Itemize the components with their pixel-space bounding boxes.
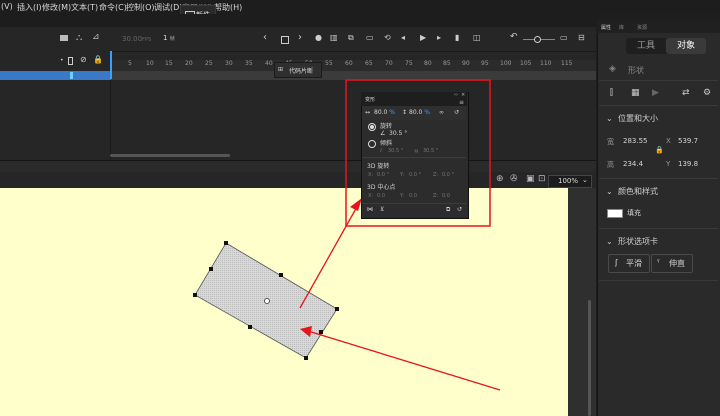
transform-handle[interactable] xyxy=(279,273,283,277)
scale-width-icon: ↔ xyxy=(365,109,371,116)
properties-tabs: 属性 库 资源 xyxy=(597,21,720,33)
color-style-title: 颜色和样式 xyxy=(618,187,658,196)
rot3d-z-label: Z: xyxy=(433,172,439,178)
rot3d-x-value[interactable]: 0.0 ° xyxy=(377,172,389,178)
x-label: X xyxy=(666,137,671,145)
copy-transform-icon[interactable]: ⧉ xyxy=(446,206,450,214)
transform-handle[interactable] xyxy=(209,267,213,271)
rotate-value[interactable]: 30.5 ° xyxy=(389,130,407,137)
y-label: Y xyxy=(666,160,671,168)
annotation-arrow-line xyxy=(299,204,359,309)
fill-swatch[interactable] xyxy=(607,209,623,218)
rotate-radio-dot xyxy=(370,125,374,129)
rotation-3d-label: 3D 旋转 xyxy=(367,163,390,170)
rot3d-y-label: Y: xyxy=(400,172,405,178)
transform-center-point[interactable] xyxy=(264,298,270,304)
x-value[interactable]: 539.7 xyxy=(678,137,698,145)
c3d-z-label: Z: xyxy=(433,193,439,199)
grid-icon[interactable]: ▦ xyxy=(631,88,640,98)
transform-handle[interactable] xyxy=(193,293,197,297)
shape-label: 形状 xyxy=(628,66,644,75)
transform-handle[interactable] xyxy=(224,241,228,245)
transform-panel-title: 变形 xyxy=(365,97,376,103)
c3d-y-label: Y: xyxy=(400,193,405,199)
scale-height-value[interactable]: 80.0 % xyxy=(409,109,430,116)
scale-height-icon: ↕ xyxy=(402,109,408,116)
shape-options-title: 形状选项卡 xyxy=(618,237,658,246)
seg-object[interactable]: 对象 xyxy=(666,38,706,54)
flip-vertical-icon[interactable]: ⊻ xyxy=(380,206,384,213)
reset-transform-icon[interactable]: ↺ xyxy=(457,206,462,213)
seg-tool[interactable]: 工具 xyxy=(626,38,666,54)
transform-handle[interactable] xyxy=(319,330,323,334)
scale-width-value[interactable]: 80.0 % xyxy=(374,109,395,116)
skew-h-value[interactable]: 30.5 ° xyxy=(388,148,403,154)
scale-row: ↔ 80.0 % ↕ 80.0 % ∞ ↺ xyxy=(362,106,466,120)
c3d-z-value[interactable]: 0.0 xyxy=(442,193,450,199)
disabled-tool-icon[interactable]: ▶ xyxy=(652,88,659,98)
tab-library[interactable]: 库 xyxy=(619,24,624,31)
c3d-y-value[interactable]: 0.0 xyxy=(409,193,417,199)
transform-handle[interactable] xyxy=(248,325,252,329)
chevron-down-icon[interactable]: ⌄ xyxy=(606,237,613,246)
width-label: 宽 xyxy=(607,138,614,146)
rotate-radio[interactable] xyxy=(368,123,376,131)
transform-handle[interactable] xyxy=(304,356,308,360)
skew-v-value[interactable]: 30.5 ° xyxy=(423,148,438,154)
shape-icon: ◈ xyxy=(609,64,616,74)
straighten-icon: ˁ xyxy=(657,258,660,267)
transform-divider xyxy=(362,203,466,204)
swap-icon[interactable]: ⇄ xyxy=(682,88,690,98)
width-value[interactable]: 283.55 xyxy=(623,137,648,145)
skew-h-icon: ⫽ xyxy=(380,148,383,154)
center-3d-label: 3D 中心点 xyxy=(367,184,396,191)
rot3d-x-label: X: xyxy=(368,172,374,178)
transform-handle[interactable] xyxy=(335,307,339,311)
tool-object-toggle: 工具 对象 xyxy=(626,38,706,54)
panel-divider xyxy=(599,80,718,81)
c3d-x-value[interactable]: 0.0 xyxy=(377,193,385,199)
rot3d-z-value[interactable]: 0.0 ° xyxy=(442,172,454,178)
lock-aspect-icon[interactable]: 🔒 xyxy=(655,146,664,154)
settings-icon[interactable]: ⚙ xyxy=(703,88,711,98)
transform-panel-header[interactable]: 变形 ›› × ≡ xyxy=(361,92,467,106)
rotate-angle-icon: ∠ xyxy=(380,130,386,137)
straighten-button[interactable]: ˁ 伸直 xyxy=(651,254,693,273)
flip-horizontal-icon[interactable]: ⋈ xyxy=(367,206,373,213)
skew-label: 倾斜 xyxy=(380,140,393,147)
chevron-down-icon[interactable]: ⌄ xyxy=(606,114,613,123)
smooth-icon: ʃ xyxy=(615,258,618,267)
panel-divider xyxy=(599,280,718,281)
height-label: 高 xyxy=(607,161,614,169)
panel-divider xyxy=(599,228,718,229)
y-value[interactable]: 139.8 xyxy=(678,160,698,168)
collapse-icon[interactable]: ›› xyxy=(454,92,458,98)
c3d-x-label: X: xyxy=(368,193,374,199)
transform-divider xyxy=(362,157,466,158)
reset-scale-icon[interactable]: ↺ xyxy=(454,109,459,116)
chevron-down-icon[interactable]: ⌄ xyxy=(606,187,613,196)
skew-radio[interactable] xyxy=(368,140,376,148)
tab-properties[interactable]: 属性 xyxy=(601,24,611,31)
constrain-link-icon[interactable]: ∞ xyxy=(439,109,444,116)
position-size-title: 位置和大小 xyxy=(618,114,658,123)
rot3d-y-value[interactable]: 0.0 ° xyxy=(409,172,421,178)
tab-assets[interactable]: 资源 xyxy=(637,24,647,31)
height-value[interactable]: 234.4 xyxy=(623,160,643,168)
skew-v-icon: ⧅ xyxy=(415,148,419,154)
panel-divider xyxy=(599,178,718,179)
smooth-button[interactable]: ʃ 平滑 xyxy=(608,254,650,273)
annotation-arrow-line xyxy=(307,330,501,391)
fill-label: 填充 xyxy=(627,209,641,217)
close-icon[interactable]: × xyxy=(461,92,465,98)
panel-menu-icon[interactable]: ≡ xyxy=(459,99,464,106)
align-icon[interactable]: ⫿ xyxy=(610,88,613,98)
panel-divider xyxy=(599,105,718,106)
rotate-label: 旋转 xyxy=(380,123,393,130)
